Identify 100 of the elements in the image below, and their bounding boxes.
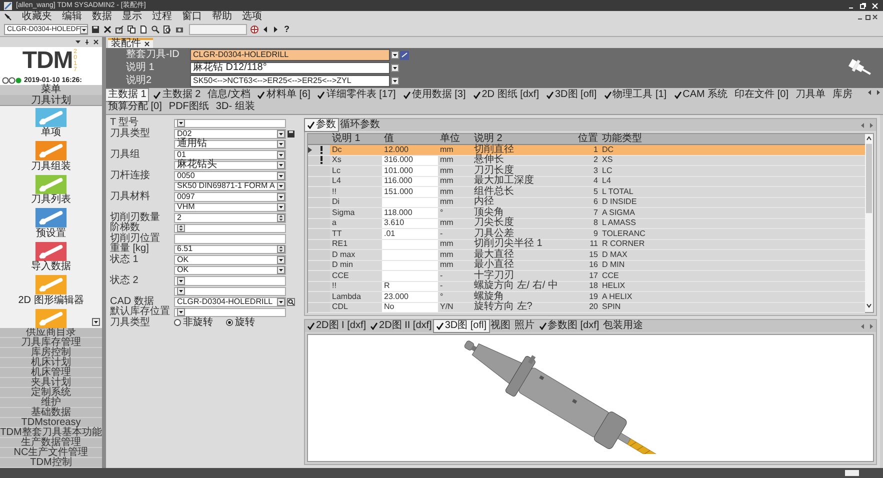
dropdown-field[interactable]	[174, 276, 286, 286]
column-header[interactable]: 单位	[438, 134, 472, 144]
close-icon[interactable]	[93, 39, 99, 45]
table-row[interactable]: RE1 mm 切削刃尖半径 1 11 R CORNER	[308, 240, 865, 250]
dropdown-arrow-icon[interactable]	[177, 119, 185, 128]
dropdown-field[interactable]: 01	[174, 150, 286, 160]
module-item[interactable]: 维护	[0, 398, 102, 408]
dropdown-field[interactable]: VHM	[174, 202, 286, 212]
number-field[interactable]: 6.51	[174, 244, 286, 254]
tab[interactable]: 详细零件表 [17]	[315, 89, 398, 101]
dropdown-field[interactable]: 0097	[174, 192, 286, 202]
tab[interactable]: 预算分配 [0]	[106, 101, 164, 113]
menu-item[interactable]: 过程	[152, 12, 172, 22]
scroll-arrows-icon[interactable]	[860, 322, 874, 330]
dropdown-arrow-icon[interactable]	[277, 130, 285, 138]
tab[interactable]: 3D图 [ofl]	[434, 320, 488, 332]
tab[interactable]: 参数图 [dxf]	[536, 320, 602, 332]
table-row[interactable]: L4 116.000 mm 最大加工深度 4 L4	[308, 176, 865, 187]
column-header[interactable]: 说明 1	[330, 134, 382, 144]
dropdown-arrow-icon[interactable]	[277, 150, 285, 159]
column-header[interactable]: 位置	[574, 134, 600, 144]
text-field[interactable]: 麻花钻 D12/118°	[190, 62, 390, 74]
app-label[interactable]: 2D 图形编辑器	[18, 296, 84, 306]
dropdown-field[interactable]	[174, 286, 286, 296]
preview-icon[interactable]	[163, 25, 172, 34]
app-label[interactable]: 单项	[41, 128, 61, 138]
search-field[interactable]	[189, 24, 247, 35]
row-header-cell[interactable]	[308, 250, 330, 260]
tab[interactable]: 2D图 II [dxf]	[368, 320, 434, 332]
next-icon[interactable]	[272, 25, 279, 34]
tab[interactable]: 3D图 [ofl]	[544, 89, 599, 101]
module-item[interactable]: 基础数据	[0, 408, 102, 418]
dropdown-arrow-icon[interactable]	[277, 140, 285, 148]
search-icon[interactable]	[151, 25, 160, 34]
dropdown-arrow-icon[interactable]	[277, 161, 285, 170]
radio-option[interactable]: 旋转	[226, 318, 278, 328]
row-header-cell[interactable]	[308, 271, 330, 280]
scrollbar[interactable]	[865, 134, 873, 312]
app-label[interactable]: 预设置	[36, 228, 66, 239]
module-item[interactable]: TDMstoreasy	[0, 418, 102, 428]
tab[interactable]: 信息/文档	[206, 89, 252, 101]
app-label[interactable]: 刀具列表	[31, 195, 71, 206]
text-field[interactable]: CLGR-D0304-HOLEDRILL	[190, 49, 390, 61]
row-header-cell[interactable]	[308, 145, 330, 154]
number-field[interactable]: 2	[174, 213, 286, 222]
table-row[interactable]: CDL No Y/N 旋转方向 左? 20 SPIN	[308, 302, 865, 313]
tab[interactable]: 材料单 [6]	[255, 89, 312, 101]
column-header[interactable]: 说明 2	[472, 134, 574, 144]
help-button[interactable]: ?	[282, 25, 292, 34]
radio-icon[interactable]	[174, 319, 181, 326]
tab[interactable]: 主数据 1	[106, 89, 148, 101]
column-header[interactable]: 值	[382, 134, 438, 144]
save-icon[interactable]	[91, 25, 100, 34]
tab[interactable]: 物理工具 [1]	[602, 89, 669, 101]
tab[interactable]: 视图	[488, 320, 512, 332]
module-item[interactable]: 定制系统	[0, 388, 102, 398]
radio-option[interactable]: 非旋转	[174, 318, 226, 328]
app-label[interactable]: 刀具组装	[31, 162, 71, 172]
tab[interactable]: 2D图 I [dxf]	[305, 320, 368, 332]
document-tab[interactable]: 装配件	[108, 38, 153, 48]
row-header-cell[interactable]	[308, 292, 330, 302]
dropdown-arrow-icon[interactable]	[277, 182, 285, 190]
dropdown-arrow-icon[interactable]	[391, 64, 399, 72]
tab[interactable]: 循环参数	[338, 119, 382, 131]
tab[interactable]: 印在文件 [0]	[732, 89, 790, 101]
dropdown-arrow-icon[interactable]	[277, 203, 285, 212]
row-header-cell[interactable]	[308, 187, 330, 196]
module-item[interactable]: 库房控制	[0, 348, 102, 358]
module-item[interactable]: TDM整套刀具基本功能	[0, 428, 102, 438]
dropdown-arrow-icon[interactable]	[391, 77, 399, 85]
caret-icon[interactable]	[75, 39, 81, 45]
tab[interactable]: PDF图纸	[166, 101, 211, 113]
link-icon[interactable]	[400, 50, 409, 60]
spin-arrows-icon[interactable]	[277, 214, 285, 222]
tab[interactable]: 照片	[512, 320, 536, 332]
table-row[interactable]: !! 151.000 mm 组件总长 5 L TOTAL	[308, 187, 865, 198]
dropdown-field[interactable]: CLGR-D0304-HOLEDRILL	[174, 297, 286, 306]
number-field[interactable]	[174, 224, 286, 233]
module-item[interactable]: 刀具库存管理	[0, 338, 102, 348]
previous-icon[interactable]	[262, 25, 269, 34]
restore-icon[interactable]	[859, 2, 867, 10]
tab[interactable]: CAM 系统	[672, 89, 730, 101]
tab[interactable]: 主数据 2	[151, 89, 203, 101]
dropdown-arrow-icon[interactable]	[177, 276, 185, 285]
table-row[interactable]: a 3.610 mm 刀尖长度 8 L AMASS	[308, 218, 865, 229]
dropdown-field[interactable]	[174, 118, 286, 128]
search-icon[interactable]	[287, 298, 295, 306]
module-item[interactable]: 机床管理	[0, 368, 102, 378]
tab[interactable]: 刀具单	[794, 89, 828, 101]
menu-item[interactable]: 窗口	[182, 12, 202, 22]
module-item[interactable]: 机床计划	[0, 358, 102, 368]
globe-icon[interactable]	[250, 25, 259, 34]
camera-icon[interactable]	[175, 25, 184, 34]
row-header-cell[interactable]	[308, 166, 330, 176]
tab[interactable]: 3D- 组装	[214, 101, 257, 113]
section-header[interactable]: 刀具计划	[0, 95, 102, 106]
table-row[interactable]: Xs 316.000 mm 悬伸长 2 XS	[308, 156, 865, 166]
dropdown-arrow-icon[interactable]	[177, 308, 185, 316]
row-header-cell[interactable]	[308, 208, 330, 218]
dropdown-arrow-icon[interactable]	[277, 192, 285, 201]
